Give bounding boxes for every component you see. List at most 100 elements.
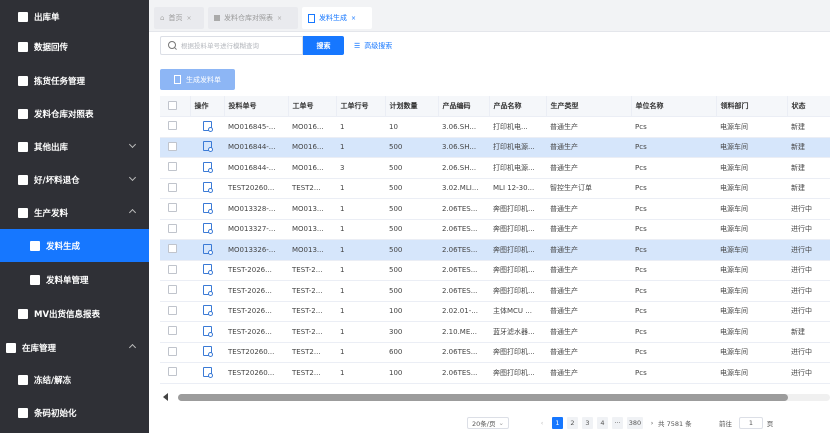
sidebar-item-other-outbound[interactable]: 其他出库: [0, 130, 149, 163]
row-checkbox[interactable]: [168, 244, 177, 254]
row-checkbox-cell[interactable]: [160, 178, 190, 199]
row-checkbox-cell[interactable]: [160, 157, 190, 179]
view-detail-icon[interactable]: [203, 305, 213, 317]
tab-warehouse-mapping[interactable]: 发料仓库对照表 ×: [208, 7, 298, 29]
select-all-checkbox-cell[interactable]: [160, 96, 191, 117]
row-checkbox[interactable]: [168, 367, 177, 377]
row-checkbox[interactable]: [168, 326, 177, 336]
close-icon[interactable]: ×: [277, 15, 282, 22]
generate-issue-button[interactable]: 生成发料单: [160, 69, 235, 90]
view-detail-icon[interactable]: [203, 161, 213, 173]
sidebar-item-production-issue[interactable]: 生产发料: [0, 196, 149, 229]
table-row[interactable]: TEST-2026... TEST-2... 1 500 2.06TES... 奔图打印机…: [160, 280, 830, 302]
row-checkbox-cell[interactable]: [160, 198, 190, 220]
view-detail-icon[interactable]: [203, 202, 213, 214]
page-button[interactable]: 380: [627, 417, 643, 429]
row-checkbox[interactable]: [168, 223, 177, 233]
sidebar-item-picking-tasks[interactable]: 拣货任务管理: [0, 64, 149, 97]
view-detail-icon[interactable]: [203, 182, 213, 194]
table-row[interactable]: MO013328-... MO013... 1 500 2.06TES... 奔图打印机.…: [160, 198, 830, 220]
row-checkbox[interactable]: [168, 305, 177, 315]
box-icon: [18, 174, 28, 185]
table-row[interactable]: TEST20260... TEST2... 1 500 3.02.MLI... MLI 1…: [160, 178, 830, 199]
row-checkbox-cell[interactable]: [160, 137, 190, 158]
view-detail-icon[interactable]: [203, 243, 213, 255]
view-detail-icon[interactable]: [203, 325, 213, 337]
chevron-down-icon[interactable]: [128, 140, 137, 149]
page-button[interactable]: 3: [582, 417, 593, 429]
sidebar-item-barcode-init[interactable]: 条码初始化: [0, 396, 149, 429]
row-checkbox[interactable]: [168, 264, 177, 274]
select-all-checkbox[interactable]: [168, 100, 177, 110]
sidebar-item-data-return[interactable]: 数据回传: [0, 30, 149, 63]
close-icon[interactable]: ×: [186, 15, 191, 22]
scrollbar-thumb[interactable]: [178, 394, 788, 401]
row-checkbox[interactable]: [168, 346, 177, 356]
sidebar-item-issue-management[interactable]: 发料单管理: [0, 263, 149, 296]
row-checkbox-cell[interactable]: [160, 239, 190, 261]
sidebar-item-freeze-unfreeze[interactable]: 冻结/解冻: [0, 363, 149, 396]
scroll-left-arrow-icon[interactable]: [163, 393, 168, 401]
sidebar-item-mv-shipping-report[interactable]: MV出货信息报表: [0, 297, 149, 330]
sidebar-item-inventory-management[interactable]: 在库管理: [0, 331, 149, 364]
table-row[interactable]: MO013326-... MO013... 1 500 2.06TES... 奔图打印机.…: [160, 239, 830, 261]
advanced-search-link[interactable]: ☰ 高级搜索: [354, 36, 392, 55]
row-checkbox[interactable]: [168, 182, 177, 192]
row-checkbox-cell[interactable]: [160, 321, 190, 343]
page-size-select[interactable]: 20条/页 ⌄: [467, 417, 509, 429]
close-icon[interactable]: ×: [351, 15, 356, 22]
view-detail-icon[interactable]: [203, 284, 213, 296]
view-detail-icon[interactable]: [203, 223, 213, 235]
table-row[interactable]: MO016844-... MO016... 3 500 2.06.SH... 打印机电源.…: [160, 157, 830, 179]
page-button[interactable]: 2: [567, 417, 578, 429]
chevron-down-icon[interactable]: [128, 173, 137, 182]
row-checkbox[interactable]: [168, 162, 177, 172]
tab-issue-generation[interactable]: 发料生成 ×: [302, 7, 372, 29]
view-detail-icon[interactable]: [203, 264, 213, 276]
search-button[interactable]: 搜索: [303, 36, 344, 55]
table-row[interactable]: TEST20260... TEST2... 1 100 2.06TES... 奔图打印机.…: [160, 362, 830, 384]
tab-home[interactable]: ⌂ 首页 ×: [154, 7, 204, 29]
view-detail-icon[interactable]: [203, 366, 213, 378]
row-checkbox-cell[interactable]: [160, 116, 190, 138]
row-checkbox-cell[interactable]: [160, 260, 190, 281]
page-button[interactable]: 1: [552, 417, 563, 429]
chevron-up-icon[interactable]: [128, 343, 137, 352]
sidebar-item-return-material[interactable]: 好/坏料退仓: [0, 163, 149, 196]
table-row[interactable]: TEST20260... TEST2... 1 600 2.06TES... 奔图打印机.…: [160, 342, 830, 363]
table-row[interactable]: TEST-2026... TEST-2... 1 100 2.02.01-... 主体MC…: [160, 301, 830, 322]
row-checkbox[interactable]: [168, 285, 177, 295]
chevron-up-icon[interactable]: [128, 208, 137, 217]
table-cell: Pcs: [631, 219, 716, 240]
sidebar-item-outbound-order[interactable]: 出库单: [0, 0, 149, 33]
row-checkbox[interactable]: [168, 121, 177, 131]
row-checkbox-cell[interactable]: [160, 219, 190, 240]
row-checkbox-cell[interactable]: [160, 362, 190, 384]
prev-page-button[interactable]: ‹: [537, 417, 547, 429]
ellipsis-button[interactable]: ···: [612, 417, 623, 429]
sidebar: 出库单 数据回传 拣货任务管理 发料仓库对照表 其他出库 好/坏料退仓 生产发料 发料生成发料…: [0, 0, 149, 433]
view-detail-icon[interactable]: [203, 120, 213, 132]
view-detail-icon[interactable]: [203, 346, 213, 358]
sidebar-item-warehouse-mapping[interactable]: 发料仓库对照表: [0, 97, 149, 130]
row-checkbox-cell[interactable]: [160, 342, 190, 363]
next-page-button[interactable]: ›: [648, 417, 656, 429]
row-checkbox[interactable]: [168, 203, 177, 213]
table-row[interactable]: MO016845-... MO016... 1 10 3.06.SH... 打印机电...…: [160, 116, 830, 138]
table-row[interactable]: MO016844-... MO016... 1 500 3.06.SH... 打印机电源.…: [160, 137, 830, 158]
page-button[interactable]: 4: [597, 417, 608, 429]
row-checkbox-cell[interactable]: [160, 301, 190, 322]
sidebar-item-issue-generation[interactable]: 发料生成: [0, 229, 149, 262]
search-icon-handle: [174, 47, 177, 50]
search-input[interactable]: [181, 40, 299, 52]
horizontal-scrollbar[interactable]: [160, 392, 830, 402]
table-row[interactable]: MO013327-... MO013... 1 500 2.06TES... 奔图打印机.…: [160, 219, 830, 240]
table-row[interactable]: TEST-2026... TEST-2... 1 300 2.10.ME... 蓝牙滤水器…: [160, 321, 830, 343]
sidebar-item-label: 发料单管理: [46, 275, 89, 286]
table-row[interactable]: TEST-2026... TEST-2... 1 500 2.06TES... 奔图打印机…: [160, 260, 830, 281]
row-checkbox[interactable]: [168, 141, 177, 151]
row-checkbox-cell[interactable]: [160, 280, 190, 302]
view-detail-icon[interactable]: [203, 141, 213, 153]
table-header-row: 操作 投料单号 工单号 工单行号 计划数量 产品编码 产品名称 生产类型 单位名称 领料部门 状态: [160, 96, 830, 117]
goto-page-input[interactable]: 1: [739, 417, 763, 429]
